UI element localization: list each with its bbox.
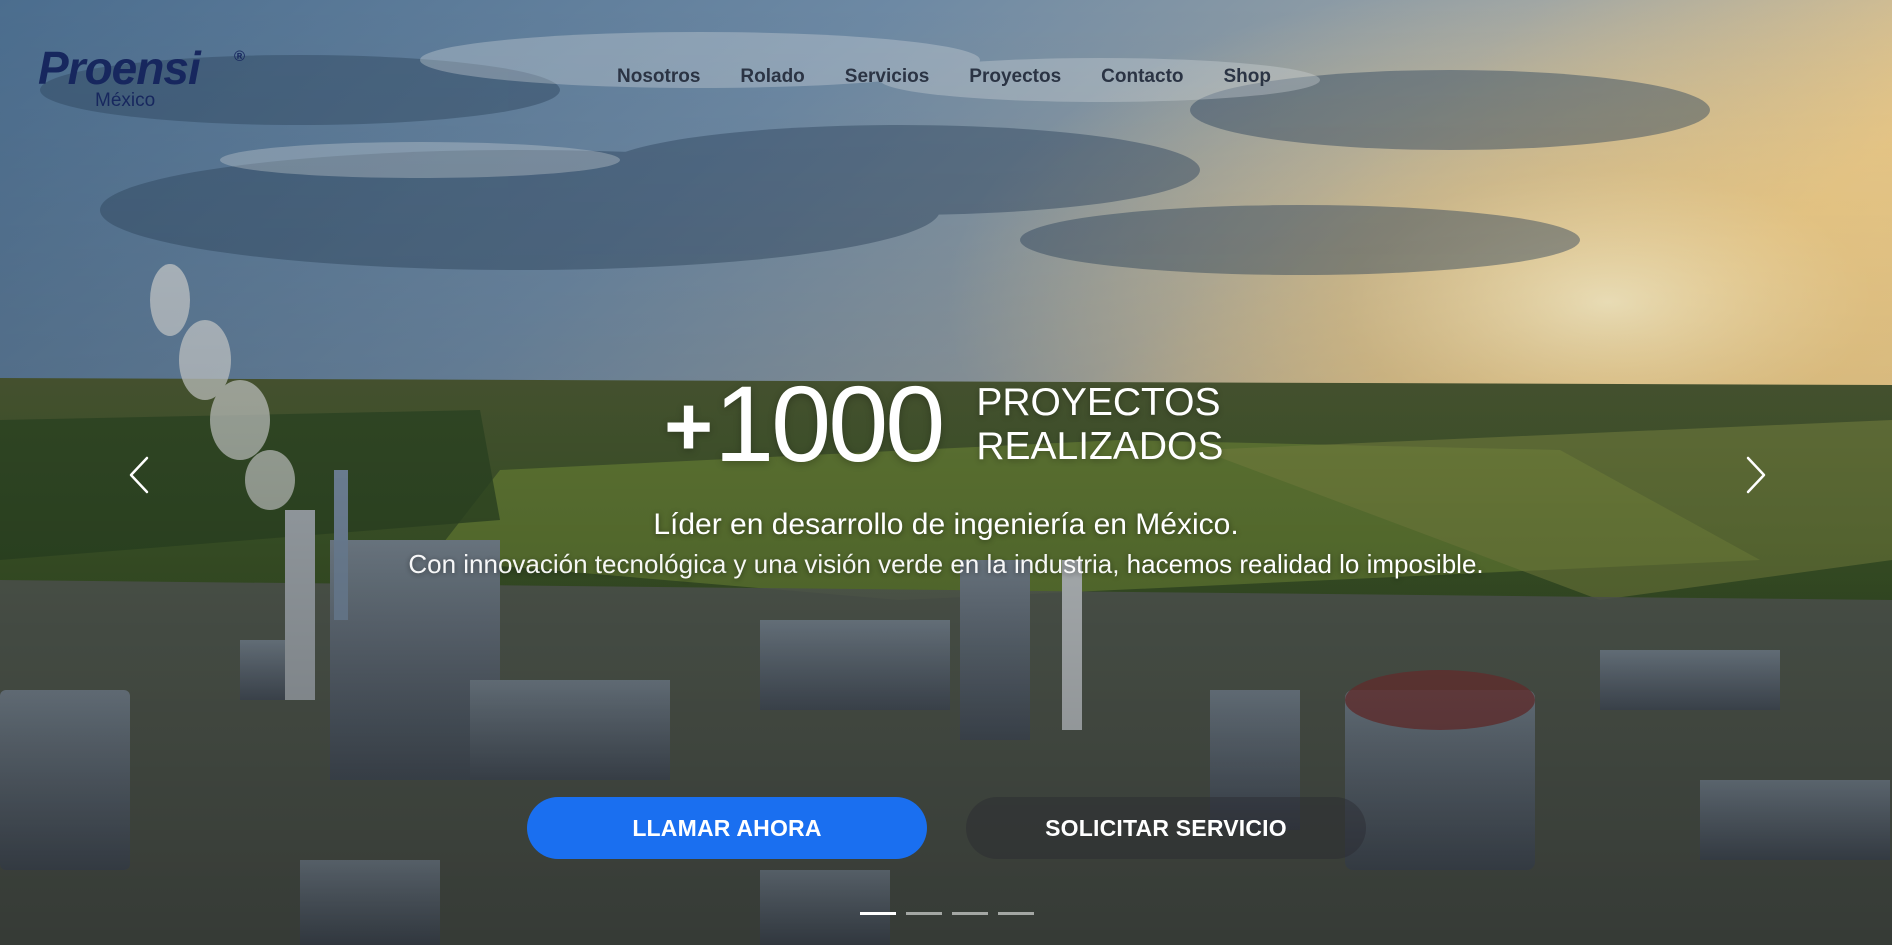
- chevron-right-icon: [1746, 456, 1766, 494]
- logo-region-text: México: [95, 90, 156, 111]
- carousel-next-button[interactable]: [1735, 450, 1775, 500]
- nav-item-nosotros[interactable]: Nosotros: [617, 64, 700, 90]
- hero-tagline-primary: Líder en desarrollo de ingeniería en Méx…: [653, 508, 1239, 541]
- nav-item-rolado[interactable]: Rolado: [740, 64, 804, 90]
- headline-line-2: REALIZADOS: [976, 425, 1224, 468]
- nav-item-shop[interactable]: Shop: [1224, 64, 1272, 90]
- logo-brand-text: Proensi: [38, 42, 201, 94]
- hero-tagline-secondary: Con innovación tecnológica y una visión …: [0, 546, 1892, 582]
- main-nav: Nosotros Rolado Servicios Proyectos Cont…: [617, 64, 1311, 90]
- headline-line-1: PROYECTOS: [976, 381, 1221, 424]
- request-service-button[interactable]: SOLICITAR SERVICIO: [966, 797, 1366, 859]
- nav-item-servicios[interactable]: Servicios: [845, 64, 930, 90]
- tagline-secondary-strong: hacemos realidad lo imposible.: [1126, 549, 1484, 579]
- projects-caption: PROYECTOS REALIZADOS: [976, 381, 1223, 469]
- carousel-indicator-3[interactable]: [952, 912, 988, 915]
- chevron-left-icon: [129, 456, 149, 494]
- carousel-indicator-4[interactable]: [998, 912, 1034, 915]
- projects-count: +1000: [664, 370, 945, 480]
- carousel-indicator-1[interactable]: [860, 912, 896, 915]
- proensi-logo[interactable]: Proensi ® México: [38, 44, 258, 114]
- carousel-prev-button[interactable]: [120, 450, 160, 500]
- hero-section: Proensi ® México Nosotros Rolado Servici…: [0, 0, 1892, 945]
- carousel-indicator-2[interactable]: [906, 912, 942, 915]
- nav-item-contacto[interactable]: Contacto: [1101, 64, 1183, 90]
- tagline-secondary-light: Con innovación tecnológica y una visión …: [408, 549, 1127, 579]
- call-now-button[interactable]: LLAMAR AHORA: [527, 797, 927, 859]
- hero-headline: +1000 PROYECTOS REALIZADOS: [664, 370, 1223, 480]
- logo-registered-mark: ®: [234, 48, 246, 65]
- carousel-indicators: [860, 912, 1034, 915]
- projects-number: 1000: [714, 363, 945, 484]
- plus-sign: +: [664, 379, 713, 473]
- nav-item-proyectos[interactable]: Proyectos: [969, 64, 1061, 90]
